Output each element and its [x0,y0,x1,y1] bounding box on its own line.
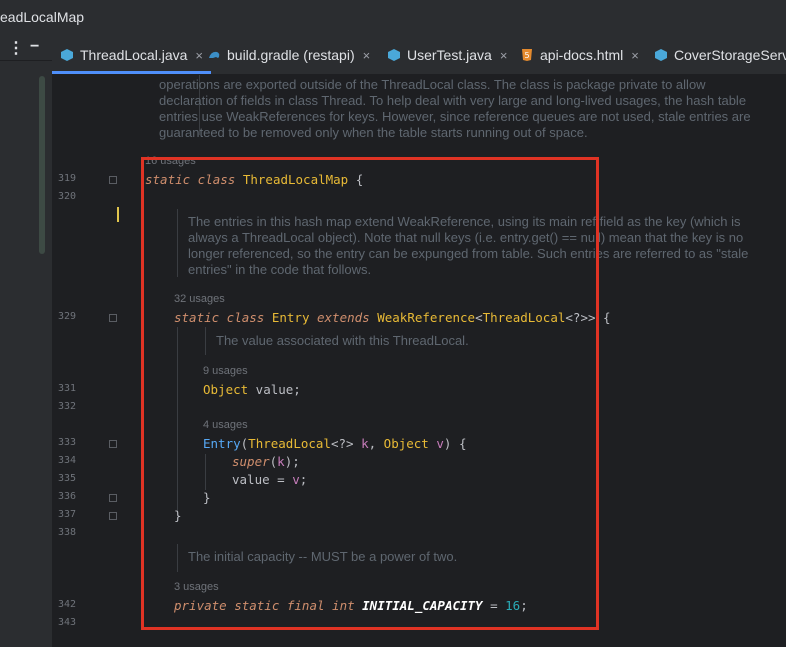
line-number: 336 [57,491,76,502]
close-tab-icon[interactable]: × [363,48,371,63]
panel-divider [0,60,52,61]
tab-threadlocal-java[interactable]: ThreadLocal.java × [52,36,211,74]
java-class-icon [61,49,73,61]
tab-coverstorageservice[interactable]: CoverStorageServi [654,36,786,74]
java-class-icon [655,49,667,61]
close-tab-icon[interactable]: × [195,48,203,63]
line-gutter: 319 320 329 331 332 333 334 335 336 337 … [52,75,137,647]
line-number: 342 [57,599,76,610]
fold-marker-icon[interactable] [109,314,117,322]
line-number: 329 [57,311,76,322]
close-tab-icon[interactable]: × [631,48,639,63]
line-number: 332 [57,401,76,412]
line-number: 334 [57,455,76,466]
panel-scrollbar[interactable] [39,76,45,254]
highlight-box [141,157,599,630]
fold-marker-icon[interactable] [109,440,117,448]
fold-marker-icon[interactable] [109,494,117,502]
java-class-icon [388,49,400,61]
doc-comment-top: operations are exported outside of the T… [159,77,751,140]
title-bar: eadLocalMap [0,0,786,36]
change-marker [117,207,119,222]
more-options-icon[interactable]: ⋮ [8,38,24,58]
project-panel: ⋮ − [0,36,53,647]
line-number: 337 [57,509,76,520]
line-number: 343 [57,617,76,628]
tab-api-docs-html[interactable]: 5 api-docs.html × [520,36,639,74]
line-number: 319 [57,173,76,184]
gradle-icon [209,51,220,58]
tab-build-gradle[interactable]: build.gradle (restapi) × [207,36,370,74]
fold-marker-icon[interactable] [109,176,117,184]
line-number: 338 [57,527,76,538]
fold-marker-icon[interactable] [109,512,117,520]
line-number: 333 [57,437,76,448]
close-tab-icon[interactable]: × [500,48,508,63]
html-icon: 5 [522,49,532,61]
window-title: eadLocalMap [0,9,85,25]
line-number: 331 [57,383,76,394]
svg-text:5: 5 [524,51,529,60]
tab-usertest-java[interactable]: UserTest.java × [387,36,507,74]
editor-tabs: ThreadLocal.java × build.gradle (restapi… [52,36,786,75]
line-number: 320 [57,191,76,202]
line-number: 335 [57,473,76,484]
collapse-icon[interactable]: − [30,38,39,56]
